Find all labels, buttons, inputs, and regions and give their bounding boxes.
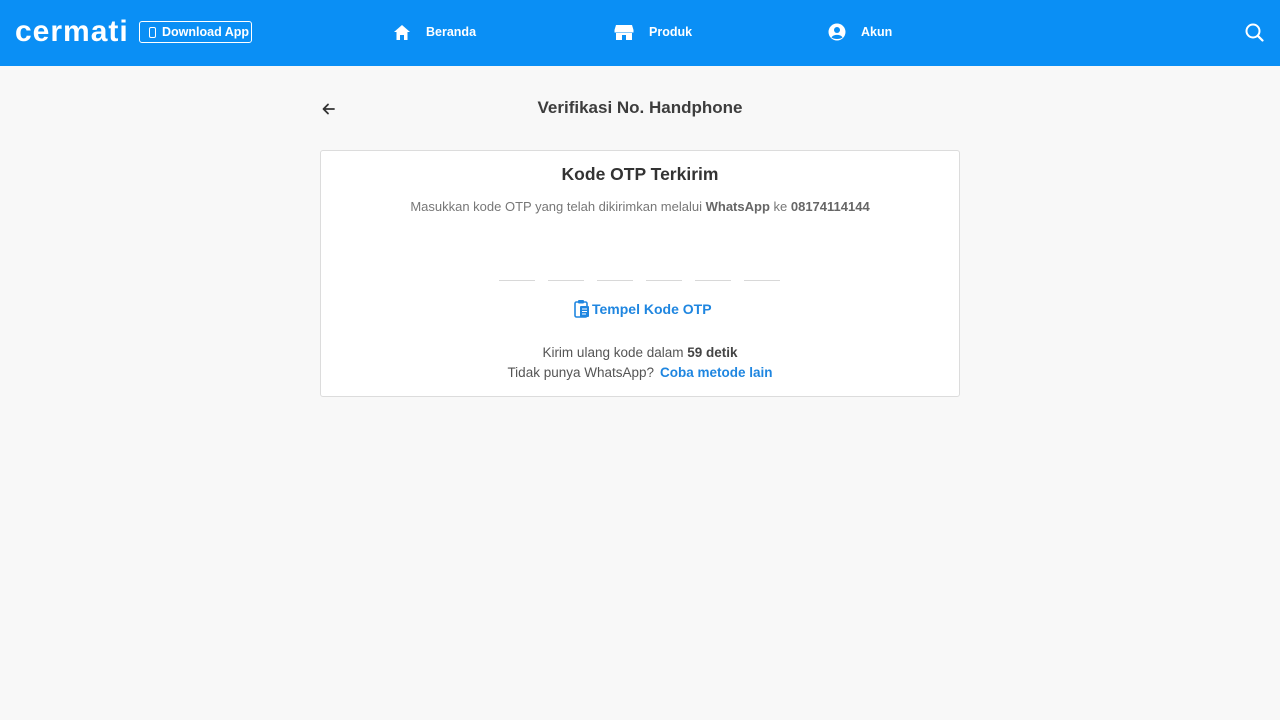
- cermati-logo[interactable]: cermati: [15, 16, 129, 48]
- resend-countdown: Kirim ulang kode dalam 59 detik: [0, 345, 1280, 361]
- otp-digit-5[interactable]: [695, 262, 731, 281]
- otp-digit-1[interactable]: [499, 262, 535, 281]
- alt-question: Tidak punya WhatsApp?: [507, 365, 655, 380]
- top-navbar: cermati Download App Beranda Produk Akun: [0, 0, 1280, 66]
- download-app-label: Download App: [162, 25, 250, 39]
- store-icon: [614, 24, 634, 40]
- otp-card-title: Kode OTP Terkirim: [561, 164, 719, 184]
- download-app-button[interactable]: Download App: [139, 21, 252, 43]
- search-icon[interactable]: [1245, 23, 1264, 42]
- otp-desc-phone: 08174114144: [790, 199, 870, 214]
- page-title: Verifikasi No. Handphone: [537, 98, 743, 117]
- try-other-method-link[interactable]: Coba metode lain: [660, 365, 773, 380]
- nav-label-akun: Akun: [861, 25, 893, 39]
- otp-digit-4[interactable]: [646, 262, 682, 281]
- otp-digit-6[interactable]: [744, 262, 780, 281]
- otp-digit-3[interactable]: [597, 262, 633, 281]
- otp-desc-prefix: Masukkan kode OTP yang telah dikirimkan …: [410, 199, 706, 214]
- clipboard-icon: [574, 300, 589, 318]
- otp-digit-2[interactable]: [548, 262, 584, 281]
- otp-desc-mid: ke: [769, 199, 791, 214]
- resend-prefix: Kirim ulang kode dalam: [542, 345, 688, 360]
- otp-desc-channel: WhatsApp: [705, 199, 770, 214]
- home-icon: [394, 24, 410, 40]
- paste-otp-button[interactable]: Tempel Kode OTP: [574, 299, 712, 318]
- nav-label-produk: Produk: [649, 25, 693, 39]
- nav-item-akun[interactable]: Akun: [828, 20, 892, 44]
- resend-timer: 59 detik: [687, 345, 738, 360]
- phone-icon: [149, 26, 156, 38]
- nav-label-beranda: Beranda: [426, 25, 477, 39]
- account-icon: [828, 23, 846, 41]
- nav-item-beranda[interactable]: Beranda: [393, 20, 476, 44]
- alternative-method-row: Tidak punya WhatsApp? Coba metode lain: [0, 365, 1280, 381]
- paste-otp-label: Tempel Kode OTP: [592, 300, 712, 317]
- otp-description: Masukkan kode OTP yang telah dikirimkan …: [0, 199, 1280, 215]
- otp-input-row: [499, 262, 780, 281]
- nav-item-produk[interactable]: Produk: [614, 20, 692, 44]
